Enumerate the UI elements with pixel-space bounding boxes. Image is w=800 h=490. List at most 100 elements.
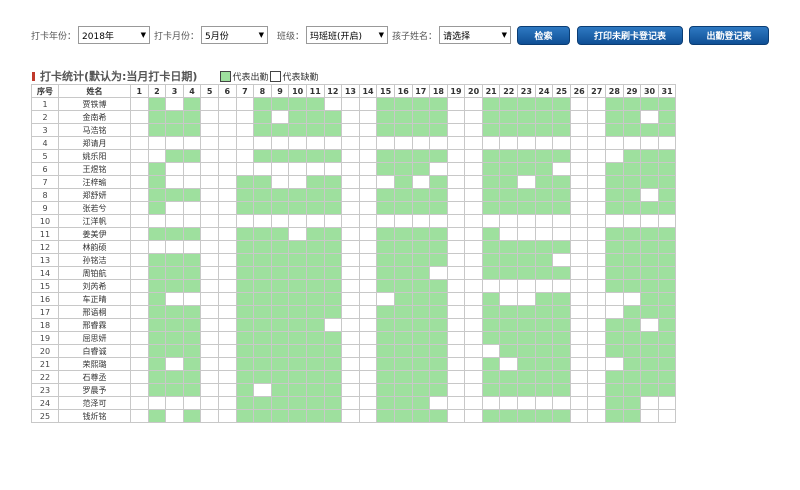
attendance-cell-present [481,123,501,137]
attendance-cell-present [534,97,554,111]
attendance-cell-present [253,97,272,111]
row-index: 21 [31,357,59,371]
attendance-cell-present [517,97,536,111]
attendance-cell-absent [569,188,589,202]
attendance-cell-present [481,110,501,124]
attendance-cell-present [253,331,272,345]
attendance-cell-absent [446,97,466,111]
header-day-28: 28 [605,84,624,98]
attendance-cell-absent [200,266,219,280]
attendance-cell-absent [288,214,307,228]
attendance-cell-present [622,110,642,124]
child-select[interactable]: 请选择 ▼ [439,26,512,44]
attendance-cell-absent [411,214,431,228]
attendance-cell-absent [429,214,448,228]
table-row: 25 钱炘铭 [31,409,677,423]
attendance-cell-present [182,253,202,267]
table-row: 12 林韵硕 [31,240,677,254]
row-index: 9 [31,201,59,215]
header-day-31: 31 [657,84,677,98]
attendance-cell-present [393,149,413,163]
attendance-cell-present [481,240,501,254]
print-missing-button[interactable]: 打印未刷卡登记表 [577,25,684,45]
attendance-cell-present [323,279,343,293]
chevron-down-icon: ▼ [140,31,147,39]
month-select[interactable]: 5月份 ▼ [201,26,269,44]
attendance-cell-absent [587,344,607,358]
attendance-cell-absent [358,357,378,371]
attendance-cell-present [305,305,325,319]
attendance-cell-present [376,188,395,202]
search-button[interactable]: 检索 [517,25,571,45]
attendance-cell-present [235,240,255,254]
attendance-cell-absent [341,305,360,319]
attendance-cell-present [605,331,624,345]
attendance-cell-present [305,201,325,215]
attendance-cell-present [499,123,519,137]
attendance-cell-present [605,253,624,267]
attendance-cell-absent [217,318,237,332]
attendance-cell-absent [657,409,677,423]
attendance-cell-absent [200,292,219,306]
attendance-cell-present [165,318,184,332]
attendance-cell-absent [217,97,237,111]
attendance-cell-absent [130,305,149,319]
attendance-cell-present [552,110,571,124]
attendance-cell-present [288,110,307,124]
attendance-cell-present [517,318,536,332]
attendance-cell-absent [200,136,219,150]
class-label: 班级： [277,31,305,42]
year-select[interactable]: 2018年 ▼ [78,26,151,44]
attendance-cell-present [182,188,202,202]
year-select-value: 2018年 [82,31,114,42]
row-index: 11 [31,227,59,241]
attendance-cell-absent [358,305,378,319]
attendance-cell-present [147,253,167,267]
attendance-cell-present [147,266,167,280]
attendance-cell-present [376,344,395,358]
attendance-cell-absent [235,136,255,150]
attendance-cell-present [517,370,536,384]
attendance-cell-absent [130,331,149,345]
attendance-cell-present [165,305,184,319]
header-day-3: 3 [165,84,184,98]
class-select[interactable]: 玛瑶班(开启) ▼ [306,26,389,44]
attendance-cell-absent [464,266,483,280]
attendance-cell-present [481,331,501,345]
attendance-cell-present [253,188,272,202]
attendance-cell-present [376,396,395,410]
attendance-cell-present [253,123,272,137]
attendance-cell-present [323,188,343,202]
attendance-cell-present [235,383,255,397]
attendance-cell-absent [200,370,219,384]
attendance-cell-absent [446,149,466,163]
attendance-cell-present [235,292,255,306]
attendance-cell-absent [217,110,237,124]
attendance-cell-absent [640,409,659,423]
attendance-cell-present [182,149,202,163]
section-header: 打卡统计(默认为:当月打卡日期) 代表出勤 代表缺勤 [32,69,320,83]
attendance-cell-present [552,188,571,202]
attendance-cell-absent [605,357,624,371]
attendance-cell-absent [358,201,378,215]
attendance-cell-present [657,292,677,306]
attendance-cell-absent [587,240,607,254]
attendance-cell-absent [200,318,219,332]
attendance-cell-absent [569,136,589,150]
attendance-cell-absent [147,149,167,163]
attendance-cell-present [270,201,290,215]
attendance-cell-present [305,409,325,423]
attendance-cell-present [605,227,624,241]
attendance-cell-present [552,292,571,306]
attendance-cell-absent [217,305,237,319]
attendance-cell-present [411,396,431,410]
attendance-cell-absent [640,396,659,410]
attendance-cell-absent [657,136,677,150]
attendance-cell-absent [288,175,307,189]
attendance-cell-absent [411,136,431,150]
attendance-cell-absent [446,409,466,423]
attendance-cell-absent [165,357,184,371]
attendance-cell-absent [446,188,466,202]
attendance-cell-present [270,123,290,137]
attendance-register-button[interactable]: 出勤登记表 [689,25,770,45]
